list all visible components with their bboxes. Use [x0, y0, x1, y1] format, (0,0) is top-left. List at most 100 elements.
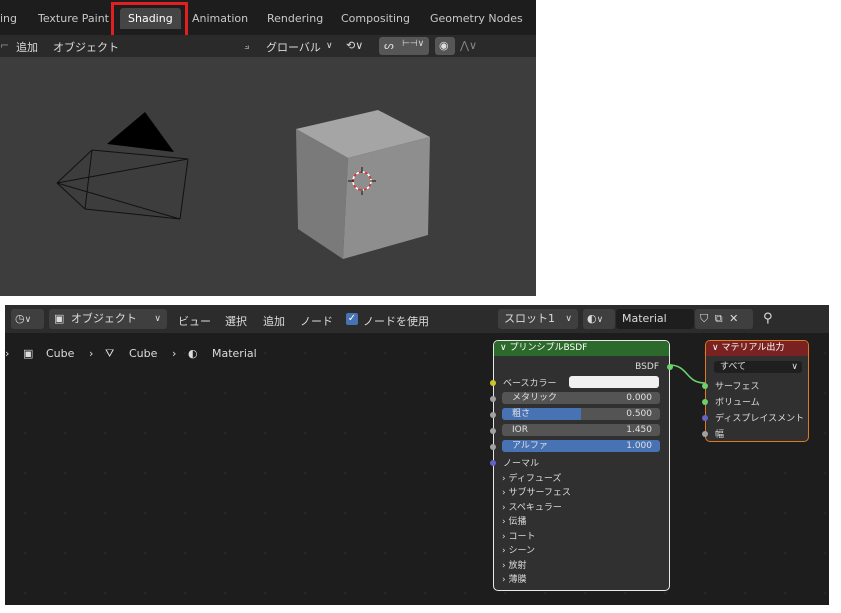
mode-label: オブジェクト: [70, 312, 137, 325]
pin-icon[interactable]: ⚲: [763, 311, 773, 326]
panel-sheen-label: シーン: [508, 546, 536, 556]
tab-texture-paint[interactable]: Texture Paint: [38, 8, 109, 29]
panel-coat[interactable]: › コート: [502, 529, 535, 542]
volume-socket[interactable]: [702, 399, 708, 405]
roughness-label: 粗さ: [512, 409, 531, 419]
output-node-header[interactable]: ∨ マテリアル出力: [706, 341, 808, 356]
menu-object[interactable]: オブジェクト: [53, 39, 119, 55]
surface-socket[interactable]: [702, 383, 708, 389]
editor-type-button[interactable]: ◷∨: [11, 309, 44, 329]
bsdf-to-surface-link: [668, 364, 706, 384]
menu-add[interactable]: 追加: [16, 39, 38, 55]
panel-thin-film-label: 薄膜: [508, 575, 527, 585]
normal-label: ノーマル: [503, 459, 540, 469]
node-editor-header: ◷∨ ▣ オブジェクト ∨ ビュー 選択 追加 ノード ✓ ノードを使用 スロッ…: [5, 305, 829, 333]
slot-label: スロット1: [504, 312, 555, 325]
chevron-down-icon: ∨: [500, 343, 507, 353]
principled-bsdf-node[interactable]: ∨ プリンシプルBSDF BSDF ベースカラー メタリック 0.000 粗さ …: [490, 340, 673, 591]
panel-subsurface[interactable]: › サブサーフェス: [502, 485, 571, 498]
bsdf-node-header[interactable]: ∨ プリンシプルBSDF: [494, 341, 669, 356]
panel-diffuse-label: ディフューズ: [508, 474, 562, 484]
cube-object[interactable]: [296, 110, 430, 259]
falloff-icon[interactable]: ⋀∨: [460, 39, 477, 52]
mode-dropdown[interactable]: ▣ オブジェクト ∨: [49, 309, 167, 329]
menu-add[interactable]: 追加: [263, 313, 285, 329]
3d-viewport[interactable]: [0, 57, 536, 296]
surface-label: サーフェス: [715, 382, 760, 392]
chevron-down-icon: ∨: [326, 41, 333, 51]
magnet-icon: ᔕ: [384, 39, 394, 52]
panel-subsurface-label: サブサーフェス: [508, 488, 571, 498]
object-mode-icon: ▣: [54, 312, 65, 325]
chevron-down-icon: ∨: [712, 343, 719, 353]
volume-label: ボリューム: [715, 398, 760, 408]
bsdf-node-title: プリンシプルBSDF: [509, 343, 588, 353]
alpha-socket[interactable]: [490, 444, 496, 450]
chevron-down-icon: ∨: [596, 315, 604, 325]
orientation-dropdown[interactable]: グローバル: [266, 39, 321, 55]
material-browse-button[interactable]: ◐∨: [583, 309, 615, 329]
node-editor-canvas[interactable]: › ▣ Cube › ⛛ Cube › ◐ Material ∨ プリンシプルB…: [5, 333, 829, 605]
panel-thin-film[interactable]: › 薄膜: [502, 572, 526, 585]
material-name-field[interactable]: Material: [616, 309, 694, 329]
panel-diffuse[interactable]: › ディフューズ: [502, 471, 561, 484]
panel-specular-label: スペキュラー: [508, 503, 562, 513]
tab-animation[interactable]: Animation: [192, 8, 248, 29]
close-icon[interactable]: ✕: [729, 312, 738, 325]
workspace-tabs: ing Texture Paint Shading Animation Rend…: [0, 0, 536, 35]
chevron-down-icon: ∨: [565, 314, 572, 324]
ior-label: IOR: [512, 425, 528, 435]
viewport-header: ⌐ 追加 オブジェクト ⟓ グローバル ∨ ⟲∨ ᔕ ⊢⊣∨ ◉ ⋀∨: [0, 35, 536, 57]
thickness-socket[interactable]: [702, 431, 708, 437]
metallic-socket[interactable]: [490, 396, 496, 402]
metallic-field[interactable]: メタリック 0.000: [502, 392, 660, 404]
fake-user-shield-icon[interactable]: ⛉: [700, 312, 708, 325]
menu-view[interactable]: ビュー: [178, 313, 211, 329]
roughness-socket[interactable]: [490, 412, 496, 418]
tab-geometry-nodes[interactable]: Geometry Nodes: [430, 8, 523, 29]
normal-socket[interactable]: [490, 460, 496, 466]
panel-sheen[interactable]: › シーン: [502, 543, 535, 556]
panel-emission-label: 放射: [508, 561, 527, 571]
bsdf-output-socket[interactable]: [667, 364, 673, 370]
ior-socket[interactable]: [490, 428, 496, 434]
panel-transmission-label: 伝播: [508, 517, 527, 527]
base-color-socket[interactable]: [490, 380, 496, 386]
material-output-node[interactable]: ∨ マテリアル出力 すべて ∨ サーフェス ボリューム ディスプレイスメント 幅: [702, 340, 809, 442]
duplicate-icon[interactable]: ⧉: [715, 312, 723, 325]
panel-coat-label: コート: [508, 532, 536, 542]
bsdf-output-label: BSDF: [635, 362, 659, 372]
output-target-label: すべて: [720, 362, 747, 372]
tab-rendering[interactable]: Rendering: [267, 8, 323, 29]
clock-icon: ◷: [15, 312, 25, 325]
alpha-value: 1.000: [626, 441, 652, 451]
tab-compositing[interactable]: Compositing: [341, 8, 410, 29]
chevron-down-icon: ∨: [24, 315, 32, 325]
viewport-scene: [56, 110, 430, 259]
panel-specular[interactable]: › スペキュラー: [502, 500, 562, 513]
slot-dropdown[interactable]: スロット1 ∨: [498, 309, 578, 329]
panel-emission[interactable]: › 放射: [502, 558, 526, 571]
base-color-label: ベースカラー: [503, 379, 557, 389]
use-nodes-checkbox[interactable]: ✓: [346, 313, 358, 325]
menu-cut-icon: ⌐: [0, 39, 10, 52]
roughness-field[interactable]: 粗さ 0.500: [502, 408, 660, 420]
output-target-dropdown[interactable]: すべて ∨: [714, 361, 802, 373]
camera-object[interactable]: [56, 112, 189, 220]
transform-orientation-icon: ⟓: [244, 39, 250, 52]
menu-node[interactable]: ノード: [300, 313, 333, 329]
roughness-value: 0.500: [626, 409, 652, 419]
tab-layout[interactable]: ing: [0, 8, 17, 29]
ior-field[interactable]: IOR 1.450: [502, 424, 660, 436]
material-sphere-icon: ◐: [587, 312, 597, 325]
pivot-icon[interactable]: ⟲∨: [346, 39, 363, 52]
chevron-down-icon: ∨: [154, 314, 161, 324]
material-actions[interactable]: ⛉ ⧉ ✕: [695, 309, 753, 329]
thickness-label: 幅: [715, 430, 725, 440]
proportional-icon: ◉: [439, 39, 449, 52]
base-color-swatch[interactable]: [569, 376, 659, 388]
panel-transmission[interactable]: › 伝播: [502, 514, 526, 527]
menu-select[interactable]: 選択: [225, 313, 247, 329]
alpha-field[interactable]: アルファ 1.000: [502, 440, 660, 452]
displacement-socket[interactable]: [702, 415, 708, 421]
